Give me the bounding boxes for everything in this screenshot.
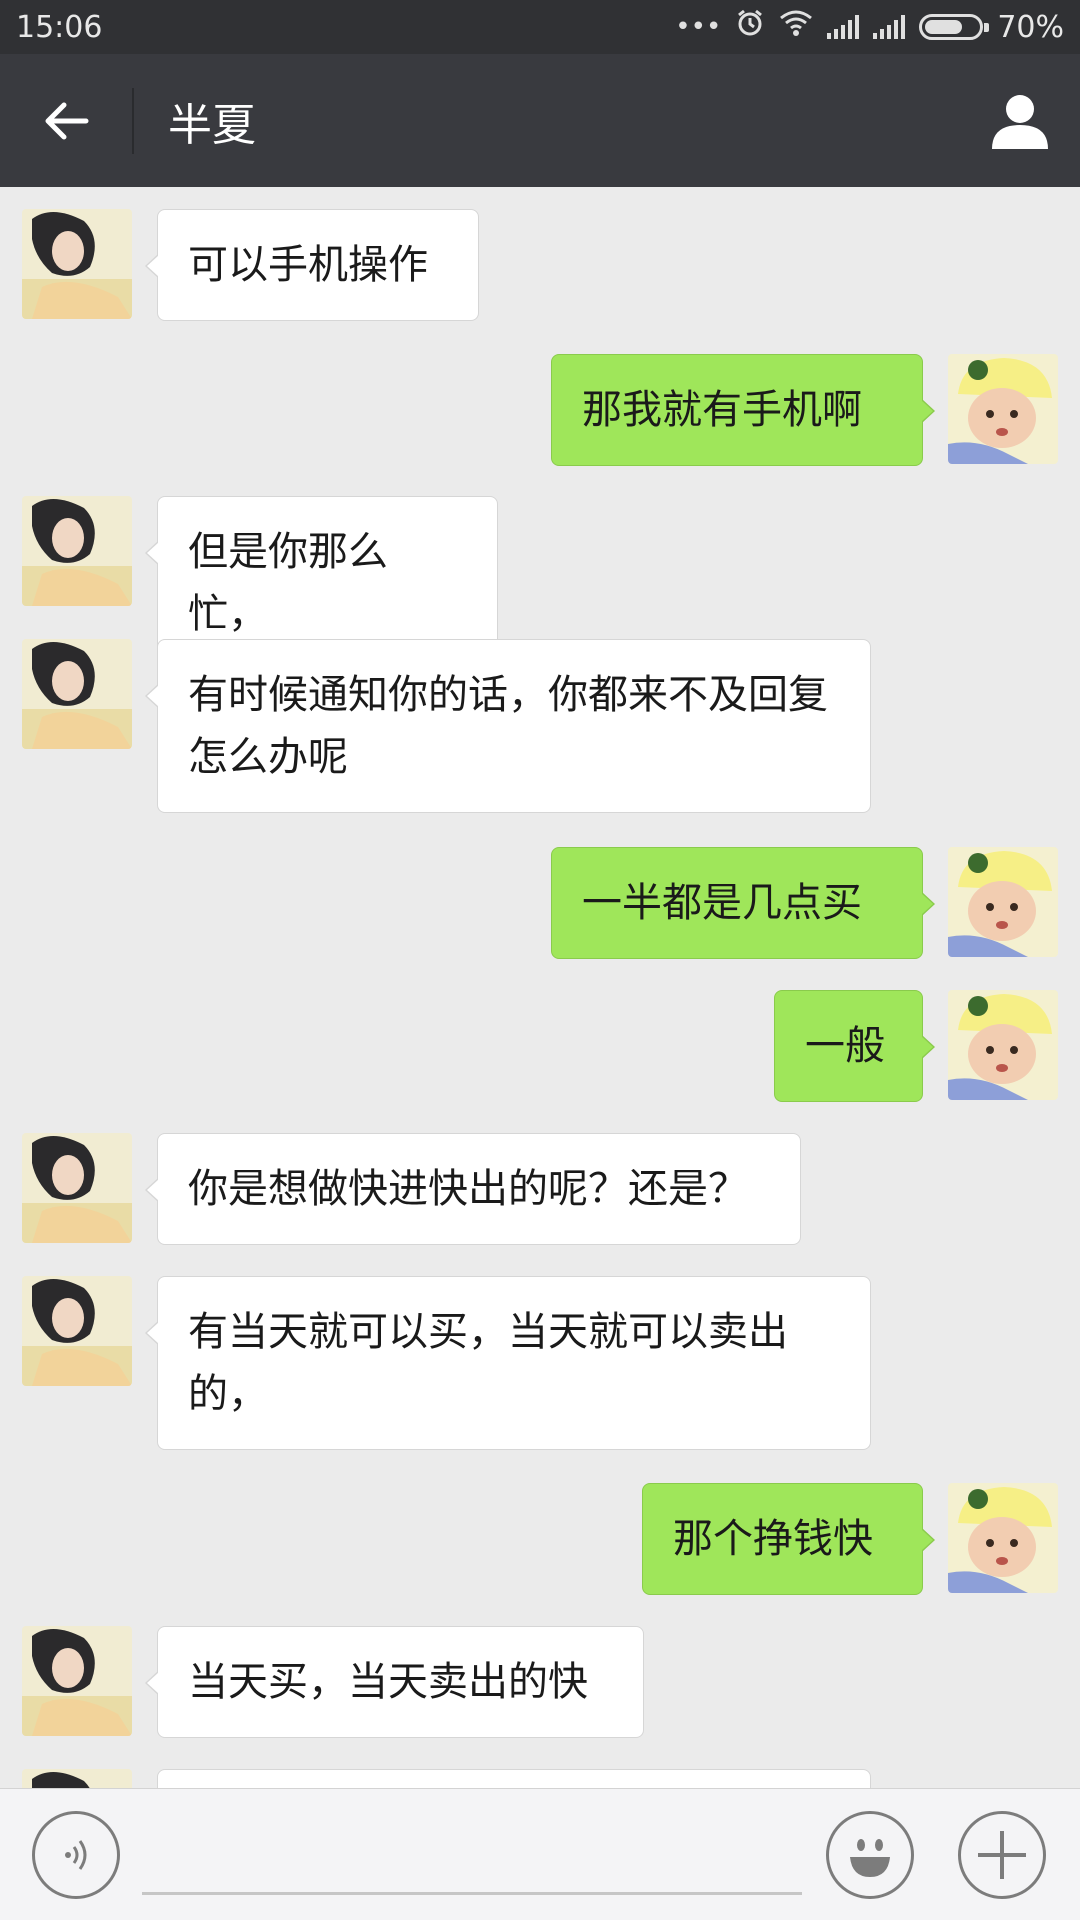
message-bubble[interactable]: 那我就有手机啊 <box>551 354 935 466</box>
more-actions-button[interactable] <box>958 1811 1046 1899</box>
message-bubble[interactable]: 一般 <box>774 990 935 1102</box>
message-bubble[interactable]: 当天买，当天卖出的快 <box>145 1626 644 1738</box>
header-divider <box>132 87 134 154</box>
signal-icon <box>827 15 860 39</box>
more-dots-icon: ••• <box>675 12 722 42</box>
message-bubble[interactable]: 那个挣钱快 <box>642 1483 935 1595</box>
voice-button[interactable] <box>32 1811 120 1899</box>
wifi-icon <box>779 9 813 45</box>
message-bubble[interactable]: 你是想做快进快出的呢？还是？ <box>145 1133 801 1245</box>
emoji-button[interactable] <box>826 1811 914 1899</box>
contact-avatar[interactable] <box>22 1133 132 1243</box>
input-bar <box>0 1788 1080 1920</box>
contact-avatar[interactable] <box>22 1276 132 1386</box>
emoji-icon <box>850 1839 890 1877</box>
message-bubble[interactable]: 有时候通知你的话，你都来不及回复怎么办呢 <box>145 639 871 813</box>
back-arrow-icon <box>45 102 89 139</box>
message-bubble[interactable]: 一半都是几点买 <box>551 847 935 959</box>
my-avatar[interactable] <box>948 1483 1058 1593</box>
back-button[interactable] <box>0 54 132 187</box>
contact-avatar[interactable] <box>22 1626 132 1736</box>
contact-avatar[interactable] <box>22 209 132 319</box>
chat-header: 半夏 <box>0 54 1080 187</box>
chat-info-button[interactable] <box>960 54 1080 187</box>
status-icons: ••• 70% <box>675 8 1064 46</box>
my-avatar[interactable] <box>948 990 1058 1100</box>
battery-icon <box>919 14 990 40</box>
person-icon <box>992 94 1048 149</box>
voice-icon <box>65 1840 87 1870</box>
contact-avatar[interactable] <box>22 1769 132 1788</box>
message-bubble[interactable] <box>157 1769 871 1788</box>
contact-avatar[interactable] <box>22 639 132 749</box>
battery-percent: 70% <box>997 9 1064 45</box>
signal-icon <box>873 15 906 39</box>
status-time: 15:06 <box>16 9 103 45</box>
chat-messages[interactable]: 可以手机操作 那我就有手机啊 但是你那么忙， 有时候通知你的话，你都来不及回复怎么办呢… <box>0 187 1080 1788</box>
message-bubble[interactable]: 可以手机操作 <box>145 209 479 321</box>
plus-icon <box>978 1831 1026 1879</box>
my-avatar[interactable] <box>948 354 1058 464</box>
message-bubble[interactable]: 有当天就可以买，当天就可以卖出的， <box>145 1276 871 1450</box>
alarm-icon <box>735 8 765 46</box>
status-bar: 15:06 ••• 70% <box>0 0 1080 54</box>
my-avatar[interactable] <box>948 847 1058 957</box>
chat-title: 半夏 <box>168 99 256 151</box>
battery-level <box>925 20 962 34</box>
contact-avatar[interactable] <box>22 496 132 606</box>
message-input[interactable] <box>142 1817 802 1895</box>
